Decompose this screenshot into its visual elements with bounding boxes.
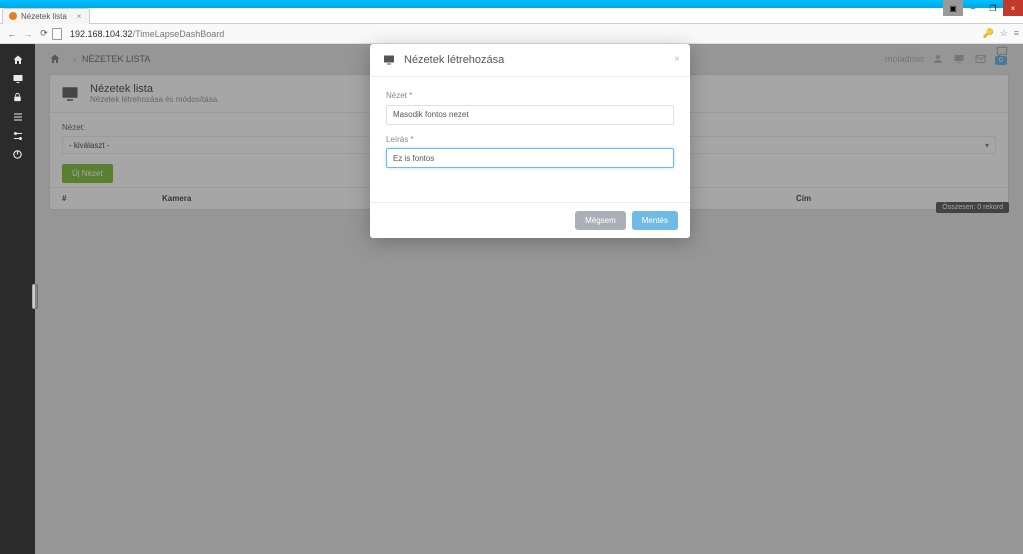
modal-header-icon bbox=[382, 54, 396, 66]
panel-subtitle: Nézetek létrehozása és módosítása. bbox=[90, 95, 219, 104]
field-nezet-label: Nézet * bbox=[386, 91, 674, 100]
power-icon[interactable] bbox=[0, 145, 35, 164]
browser-tabstrip: Nézetek lista × ▣ – ❐ × bbox=[0, 8, 1023, 24]
sidenav-toggle-handle[interactable] bbox=[32, 284, 38, 309]
breadcrumb-separator: › bbox=[73, 54, 76, 64]
field-leiras-input[interactable] bbox=[386, 148, 674, 168]
breadcrumb-current: NÉZETEK LISTA bbox=[82, 54, 150, 64]
chat-badge: 0 bbox=[995, 56, 1007, 65]
records-count-badge: Összesen: 0 rekord bbox=[936, 202, 1009, 213]
monitor-icon[interactable] bbox=[0, 69, 35, 88]
url-path: /TimeLapseDashBoard bbox=[133, 29, 225, 39]
breadcrumb-home-icon[interactable] bbox=[49, 53, 61, 65]
cancel-button[interactable]: Mégsem bbox=[575, 211, 626, 230]
close-tab-icon[interactable]: × bbox=[77, 12, 82, 21]
browser-tab[interactable]: Nézetek lista × bbox=[2, 8, 90, 24]
home-icon[interactable] bbox=[0, 50, 35, 69]
panel-heading-icon bbox=[60, 83, 80, 103]
mail-icon[interactable] bbox=[974, 53, 987, 65]
new-view-button[interactable]: Új Nézet bbox=[62, 164, 113, 183]
side-navigation bbox=[0, 44, 35, 554]
window-controls: ▣ – ❐ × bbox=[943, 0, 1023, 16]
field-nezet-input[interactable] bbox=[386, 105, 674, 125]
address-bar[interactable]: 192.168.104.32/TimeLapseDashBoard bbox=[70, 29, 224, 39]
lock-icon[interactable] bbox=[0, 88, 35, 107]
create-view-modal: Nézetek létrehozása × Nézet * Leírás * M… bbox=[370, 44, 690, 238]
monitor-top-icon[interactable] bbox=[952, 53, 966, 65]
modal-title: Nézetek létrehozása bbox=[404, 54, 504, 66]
panel-title: Nézetek lista bbox=[90, 83, 219, 95]
bookmark-icon[interactable]: ☆ bbox=[1000, 28, 1008, 39]
tab-title: Nézetek lista bbox=[21, 12, 67, 21]
url-host: 192.168.104.32 bbox=[70, 29, 133, 39]
browser-toolbar: ← → ⟳ 192.168.104.32/TimeLapseDashBoard … bbox=[0, 24, 1023, 44]
menu-icon[interactable]: ≡ bbox=[1014, 28, 1019, 39]
key-icon[interactable]: 🔑 bbox=[982, 28, 993, 39]
forward-icon[interactable]: → bbox=[20, 29, 36, 39]
field-leiras-label: Leírás * bbox=[386, 135, 674, 144]
page-icon bbox=[52, 28, 62, 40]
chevron-down-icon: ▾ bbox=[985, 141, 989, 150]
username-label: moladmin bbox=[885, 54, 924, 64]
select-value: - kiválaszt - bbox=[69, 141, 109, 150]
save-button[interactable]: Mentés bbox=[632, 211, 678, 230]
favicon-icon bbox=[9, 12, 17, 20]
maximize-window-icon[interactable]: ❐ bbox=[983, 0, 1003, 16]
user-window-icon[interactable]: ▣ bbox=[943, 0, 963, 16]
back-icon[interactable]: ← bbox=[4, 29, 20, 39]
modal-close-icon[interactable]: × bbox=[674, 54, 680, 65]
settings-icon[interactable] bbox=[0, 126, 35, 145]
user-icon[interactable] bbox=[932, 53, 944, 65]
close-window-icon[interactable]: × bbox=[1003, 0, 1023, 16]
chat-icon[interactable]: 0 bbox=[995, 45, 1009, 73]
minimize-window-icon[interactable]: – bbox=[963, 0, 983, 16]
reload-icon[interactable]: ⟳ bbox=[36, 28, 52, 39]
list-icon[interactable] bbox=[0, 107, 35, 126]
col-num: # bbox=[62, 194, 162, 203]
